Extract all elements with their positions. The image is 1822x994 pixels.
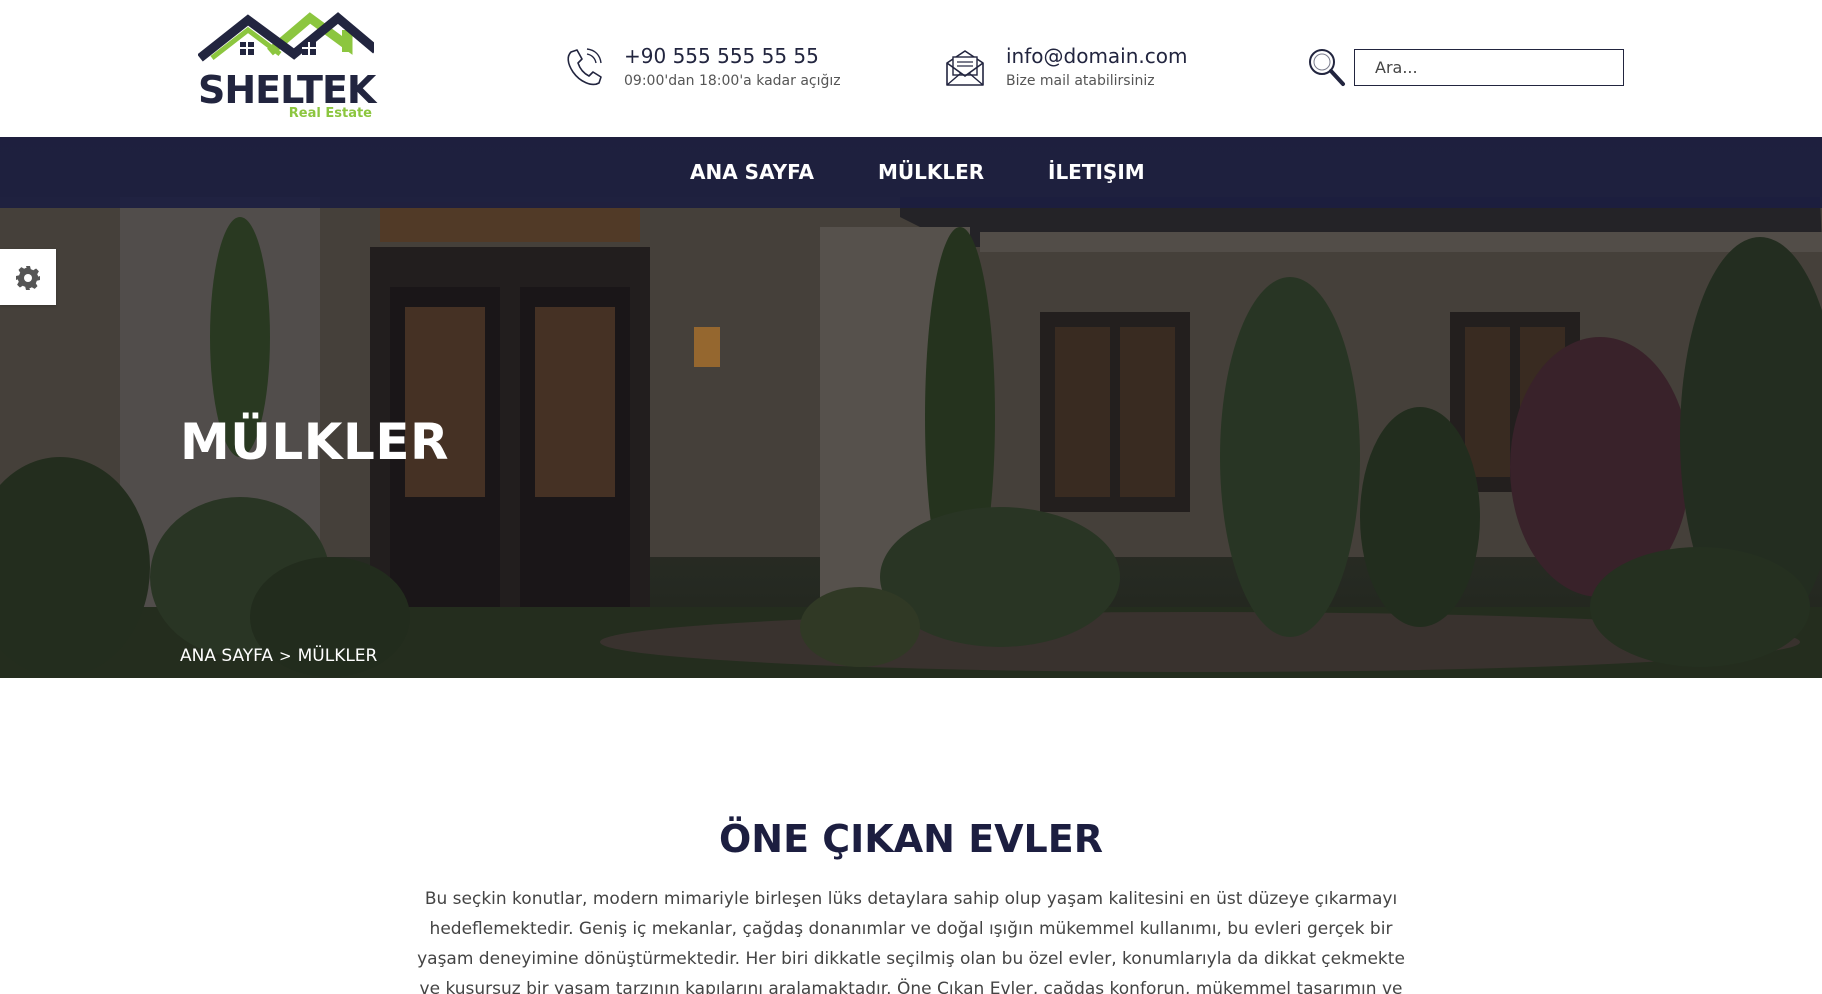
- contact-phone: +90 555 555 55 55 09:00'dan 18:00'a kada…: [562, 44, 862, 92]
- breadcrumb-separator: >: [279, 647, 292, 665]
- email-address[interactable]: info@domain.com: [1006, 44, 1187, 68]
- settings-toggle-button[interactable]: [0, 249, 56, 305]
- site-header: SHELTEK Real Estate +90 555 555 55 55 09…: [0, 0, 1822, 137]
- hero-overlay: [0, 137, 1822, 678]
- main-navigation: ANA SAYFA MÜLKLER İLETIŞIM: [0, 137, 1822, 208]
- hero-banner: MÜLKLER ANA SAYFA > MÜLKLER: [0, 137, 1822, 678]
- gear-icon: [16, 266, 40, 290]
- featured-homes-title: ÖNE ÇIKAN EVLER: [718, 817, 1103, 861]
- nav-item-properties[interactable]: MÜLKLER: [878, 160, 984, 184]
- search-icon[interactable]: [1306, 46, 1346, 88]
- breadcrumb-current: MÜLKLER: [297, 646, 378, 666]
- brand-logo[interactable]: SHELTEK Real Estate: [198, 12, 376, 122]
- breadcrumb: ANA SAYFA > MÜLKLER: [180, 645, 377, 667]
- house-roof-logo-icon: [198, 12, 374, 62]
- brand-tagline: Real Estate: [288, 106, 372, 121]
- nav-item-home[interactable]: ANA SAYFA: [690, 160, 814, 184]
- nav-item-contact[interactable]: İLETIŞIM: [1048, 160, 1145, 184]
- brand-name: SHELTEK: [198, 68, 376, 112]
- phone-number[interactable]: +90 555 555 55 55: [624, 44, 819, 68]
- contact-email: info@domain.com Bize mail atabilirsiniz: [944, 44, 1224, 92]
- search-input[interactable]: [1354, 49, 1624, 86]
- phone-icon: [567, 48, 602, 86]
- featured-homes-description: Bu seçkin konutlar, modern mimariyle bir…: [417, 889, 1405, 994]
- opening-hours: 09:00'dan 18:00'a kadar açığız: [624, 73, 841, 89]
- breadcrumb-home-link[interactable]: ANA SAYFA: [180, 646, 273, 666]
- email-note: Bize mail atabilirsiniz: [1006, 73, 1155, 89]
- page-title: MÜLKLER: [180, 413, 449, 471]
- mail-icon: [946, 50, 984, 86]
